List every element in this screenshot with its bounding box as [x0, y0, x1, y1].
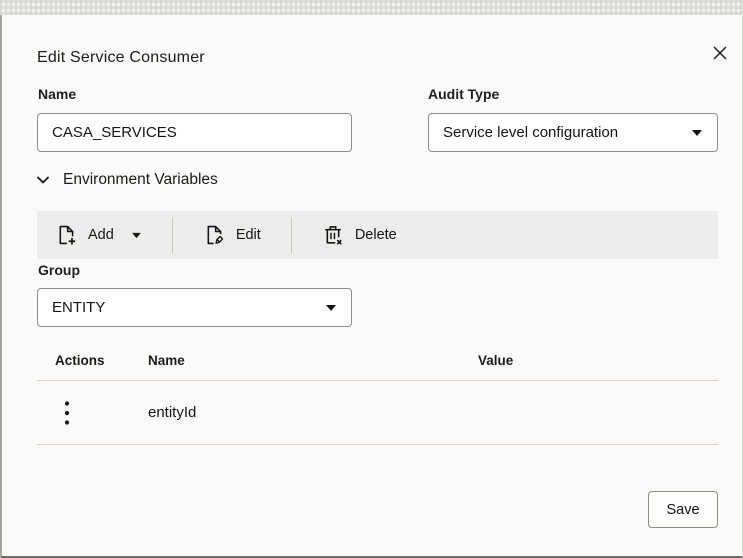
column-header-value: Value: [478, 353, 718, 368]
name-input[interactable]: [37, 113, 352, 152]
env-vars-table: Actions Name Value entityId: [37, 341, 718, 445]
edit-button-label: Edit: [236, 227, 261, 243]
chevron-down-icon: [35, 172, 51, 188]
group-select[interactable]: ENTITY: [37, 288, 352, 327]
delete-button-label: Delete: [355, 227, 397, 243]
env-vars-toolbar: Add Edit: [37, 211, 718, 259]
close-icon: [710, 43, 730, 63]
add-button[interactable]: Add: [55, 224, 142, 246]
group-selected-value: ENTITY: [52, 299, 105, 316]
save-button[interactable]: Save: [648, 491, 718, 528]
toolbar-divider: [172, 217, 173, 253]
environment-variables-label: Environment Variables: [63, 171, 218, 189]
caret-down-icon: [325, 304, 337, 312]
trash-x-icon: [322, 224, 344, 246]
row-name-cell: entityId: [148, 404, 478, 421]
dialog-title: Edit Service Consumer: [37, 49, 205, 67]
table-header-row: Actions Name Value: [37, 341, 718, 381]
document-plus-icon: [55, 224, 77, 246]
audit-type-label: Audit Type: [428, 86, 499, 102]
kebab-icon: [64, 400, 70, 426]
environment-variables-section-toggle[interactable]: Environment Variables: [35, 167, 218, 193]
table-row: entityId: [37, 381, 718, 445]
column-header-name: Name: [148, 353, 478, 368]
audit-type-selected-value: Service level configuration: [443, 124, 618, 141]
caret-down-icon: [691, 129, 703, 137]
row-actions-menu-button[interactable]: [55, 397, 79, 429]
toolbar-divider: [291, 217, 292, 253]
close-button[interactable]: [706, 39, 734, 67]
edit-service-consumer-dialog: Edit Service Consumer Name Audit Type Se…: [0, 15, 743, 558]
delete-button[interactable]: Delete: [322, 224, 397, 246]
group-label: Group: [38, 262, 80, 278]
add-button-label: Add: [88, 227, 114, 243]
document-pencil-icon: [203, 224, 225, 246]
background-page-texture: [0, 0, 743, 15]
edit-button[interactable]: Edit: [203, 224, 261, 246]
add-caret-down-icon: [131, 232, 142, 239]
audit-type-select[interactable]: Service level configuration: [428, 113, 718, 152]
name-label: Name: [38, 86, 76, 102]
column-header-actions: Actions: [37, 353, 148, 368]
